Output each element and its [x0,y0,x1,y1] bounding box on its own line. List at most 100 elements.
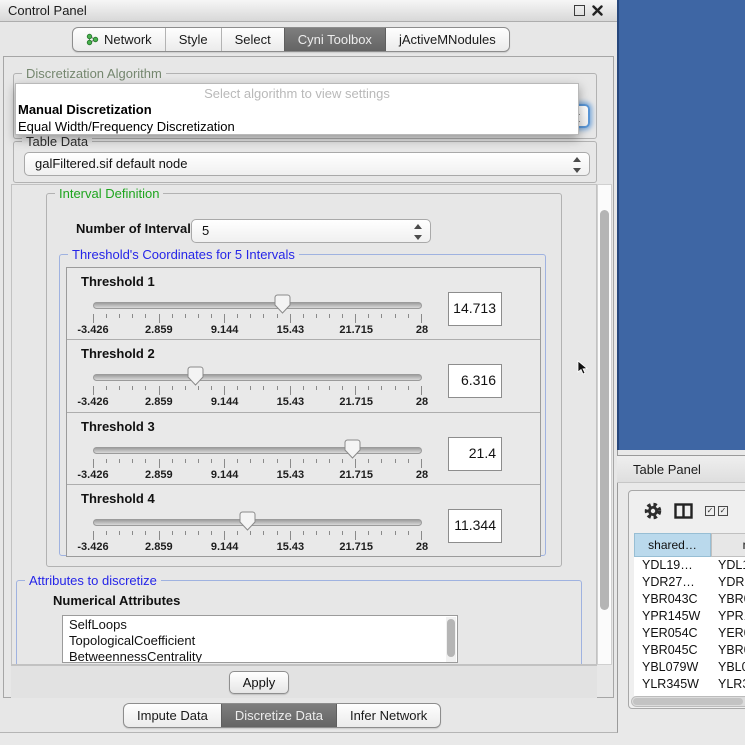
slider-thumb[interactable] [187,366,204,386]
tab-network[interactable]: Network [73,28,165,51]
slider-track[interactable] [93,519,422,526]
slider-thumb[interactable] [239,511,256,531]
table-panel-title: Table Panel [633,456,701,483]
tab-label: jActiveMNodules [399,28,496,51]
spinner-value: 5 [202,223,209,238]
table-header-row: shared… n [634,533,745,557]
combo-value: galFiltered.sif default node [35,156,187,171]
tab-impute-data[interactable]: Impute Data [124,704,221,727]
spinner-arrows-icon [413,224,422,240]
screen: Control Panel Network Style Select [0,0,745,745]
table-row[interactable]: YBL079WYBL0 [634,659,745,676]
scrollbar-thumb[interactable] [633,698,743,705]
tab-jactivemnodules[interactable]: jActiveMNodules [385,28,509,51]
list-item[interactable]: TopologicalCoefficient [69,633,457,649]
list-item[interactable]: BetweennessCentrality [69,649,457,663]
panel-title: Control Panel [8,0,87,22]
threshold-row: Threshold 4 -3.4262.8599.14415.4321.7152… [67,484,540,556]
tab-style[interactable]: Style [165,28,221,51]
tab-infer-network[interactable]: Infer Network [336,704,440,727]
slider-track[interactable] [93,447,422,454]
close-icon[interactable] [592,5,603,16]
tab-select[interactable]: Select [221,28,284,51]
slider-tick-labels: -3.4262.8599.14415.4321.71528 [93,469,422,481]
threshold-row: Threshold 3 -3.4262.8599.14415.4321.7152… [67,412,540,484]
tab-cyni-toolbox[interactable]: Cyni Toolbox [284,28,385,51]
slider-ticks [93,314,422,323]
threshold-row: Threshold 1 -3.4262.8599.14415.4321.7152… [67,268,540,339]
cell[interactable]: YPR1 [711,608,745,625]
tab-discretize-data[interactable]: Discretize Data [221,704,336,727]
dropdown-option-equal-width[interactable]: Equal Width/Frequency Discretization [16,118,578,135]
main-scrollbar[interactable] [597,184,612,665]
threshold-value-field[interactable]: 6.316 [448,364,502,398]
slider-track[interactable] [93,374,422,381]
cell[interactable]: YLR3 [711,676,745,693]
cell[interactable]: YDL1 [711,557,745,574]
interval-definition-group: Interval Definition Number of Intervals … [46,193,562,567]
float-window-icon[interactable] [574,5,585,16]
gear-icon[interactable] [644,502,662,520]
table-row[interactable]: YLR345WYLR3 [634,676,745,693]
threshold-value-field[interactable]: 21.4 [448,437,502,471]
cyni-mode-tab-bar: Impute Data Discretize Data Infer Networ… [123,703,441,728]
table-body[interactable]: YDL19…YDL1 YDR27…YDR2 YBR043CYBR0 YPR145… [634,557,745,696]
cell[interactable]: YLR345W [634,676,711,693]
table-row[interactable]: YBR043CYBR0 [634,591,745,608]
tab-label: Select [235,28,271,51]
column-header-name[interactable]: n [711,533,745,557]
cell[interactable]: YER054C [634,625,711,642]
tab-label: Cyni Toolbox [298,28,372,51]
list-item[interactable]: SelfLoops [69,617,457,633]
group-title: Threshold's Coordinates for 5 Intervals [68,247,299,262]
table-hscrollbar[interactable] [631,696,745,707]
numerical-attributes-list[interactable]: SelfLoops TopologicalCoefficient Between… [62,615,458,663]
slider-tick-labels: -3.4262.8599.14415.4321.71528 [93,541,422,553]
tab-label: Network [104,28,152,51]
table-data-combobox[interactable]: galFiltered.sif default node [24,152,590,176]
table-row[interactable]: YBR045CYBR0 [634,642,745,659]
table-row[interactable]: YDR27…YDR2 [634,574,745,591]
slider-ticks [93,531,422,540]
dropdown-option-manual[interactable]: Manual Discretization [16,101,578,118]
table-row[interactable]: YDL19…YDL1 [634,557,745,574]
control-panel-window: Control Panel Network Style Select [0,0,618,733]
thresholds-group: Threshold's Coordinates for 5 Intervals … [59,254,546,556]
apply-button[interactable]: Apply [229,671,289,694]
cell[interactable]: YBR043C [634,591,711,608]
numerical-attributes-label: Numerical Attributes [53,593,180,608]
slider-thumb[interactable] [344,439,361,459]
cell[interactable]: YBL0 [711,659,745,676]
settings-scroll-area: Interval Definition Number of Intervals … [11,184,597,665]
group-title: Discretization Algorithm [22,66,166,81]
algorithm-dropdown-popup: Select algorithm to view settings Manual… [15,83,579,135]
scrollbar-thumb[interactable] [600,210,609,610]
threshold-value-field[interactable]: 14.713 [448,292,502,326]
table-row[interactable]: YPR145WYPR1 [634,608,745,625]
threshold-value-field[interactable]: 11.344 [448,509,502,543]
checkbox-checked-icon[interactable]: ✓ [705,506,715,516]
split-table-icon[interactable] [674,503,693,519]
slider-track[interactable] [93,302,422,309]
cell[interactable]: YBR0 [711,642,745,659]
list-scrollbar[interactable] [446,617,456,663]
cell[interactable]: YER0 [711,625,745,642]
cell[interactable]: YBL079W [634,659,711,676]
table-row[interactable]: YER054CYER0 [634,625,745,642]
cell[interactable]: YDR2 [711,574,745,591]
column-header-shared-name[interactable]: shared… [634,533,711,557]
attributes-group: Attributes to discretize Numerical Attri… [16,580,582,665]
number-of-intervals-label: Number of Intervals [76,221,198,236]
slider-thumb[interactable] [274,294,291,314]
tab-label: Style [179,28,208,51]
network-icon [86,33,99,46]
control-panel-titlebar: Control Panel [0,0,617,22]
cell[interactable]: YDR27… [634,574,711,591]
cell[interactable]: YPR145W [634,608,711,625]
cell[interactable]: YDL19… [634,557,711,574]
panel-tab-bar: Network Style Select Cyni Toolbox jActiv… [72,27,510,52]
number-of-intervals-spinner[interactable]: 5 [191,219,431,243]
cell[interactable]: YBR0 [711,591,745,608]
checkbox-checked-icon[interactable]: ✓ [718,506,728,516]
cell[interactable]: YBR045C [634,642,711,659]
